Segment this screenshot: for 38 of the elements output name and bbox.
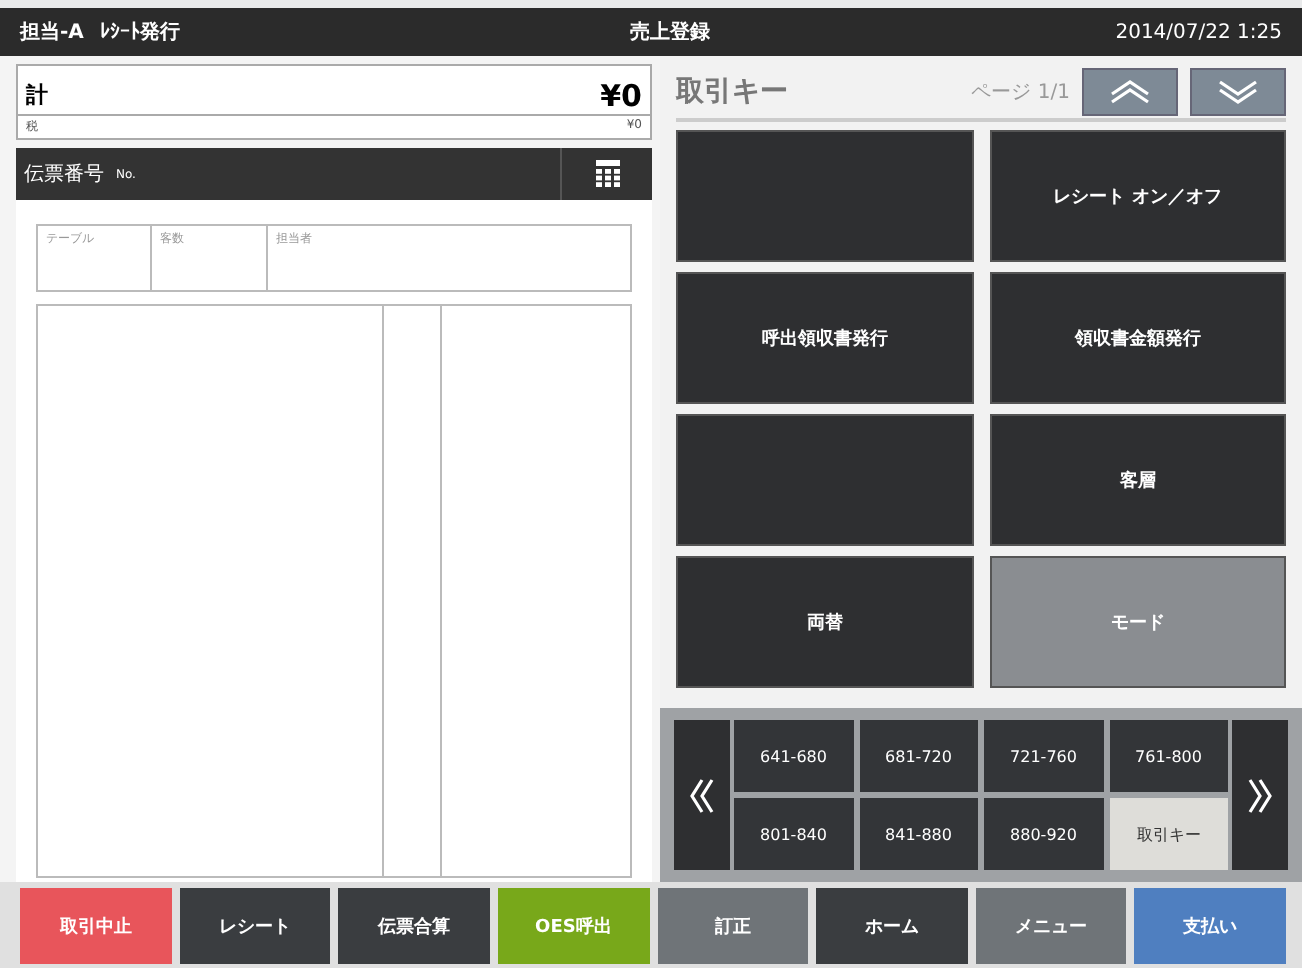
calculator-icon bbox=[595, 160, 619, 188]
double-chevron-right-icon bbox=[1248, 777, 1272, 813]
next-button[interactable] bbox=[1232, 720, 1288, 870]
action-button[interactable]: 支払い bbox=[1134, 888, 1286, 964]
range-button[interactable]: 880-920 bbox=[984, 798, 1103, 870]
range-button[interactable]: 681-720 bbox=[859, 720, 978, 792]
range-button[interactable]: 721-760 bbox=[984, 720, 1103, 792]
datetime: 2014/07/22 1:25 bbox=[1115, 21, 1282, 43]
range-button[interactable]: 841-880 bbox=[859, 798, 978, 870]
page-down-button[interactable] bbox=[1190, 67, 1286, 115]
function-key[interactable]: レシート オン／オフ bbox=[989, 130, 1286, 262]
total-amount: ¥0 bbox=[600, 78, 642, 114]
function-key[interactable]: 両替 bbox=[676, 556, 973, 688]
action-button[interactable]: 訂正 bbox=[657, 888, 809, 964]
double-chevron-left-icon bbox=[690, 777, 714, 813]
range-button[interactable]: 761-800 bbox=[1109, 720, 1228, 792]
staff-label: 担当-A bbox=[20, 19, 86, 46]
range-button[interactable]: 801-840 bbox=[734, 798, 853, 870]
total-label: 計 bbox=[26, 80, 48, 112]
chevron-up-icon bbox=[1108, 79, 1152, 103]
function-key[interactable]: 客層 bbox=[989, 414, 1286, 546]
panel-title: 取引キー bbox=[676, 73, 790, 109]
action-button[interactable]: 取引中止 bbox=[20, 888, 172, 964]
page-up-button[interactable] bbox=[1082, 67, 1178, 115]
previous-button[interactable] bbox=[674, 720, 730, 870]
screen-title: 売上登録 bbox=[630, 19, 712, 46]
action-button[interactable]: ホーム bbox=[816, 888, 968, 964]
range-button[interactable]: 641-680 bbox=[734, 720, 853, 792]
range-button[interactable]: 取引キー bbox=[1109, 798, 1228, 870]
chevron-down-icon bbox=[1216, 79, 1260, 103]
function-key[interactable]: 領収書金額発行 bbox=[989, 272, 1286, 404]
mode-label: ﾚｼｰﾄ発行 bbox=[100, 19, 182, 46]
function-key[interactable]: 呼出領収書発行 bbox=[676, 272, 973, 404]
action-button[interactable]: レシート bbox=[179, 888, 331, 964]
slip-label: 伝票番号 bbox=[24, 161, 104, 188]
page-indicator: ページ 1/1 bbox=[971, 79, 1070, 105]
action-button[interactable]: メニュー bbox=[975, 888, 1127, 964]
action-button[interactable]: 伝票合算 bbox=[338, 888, 490, 964]
